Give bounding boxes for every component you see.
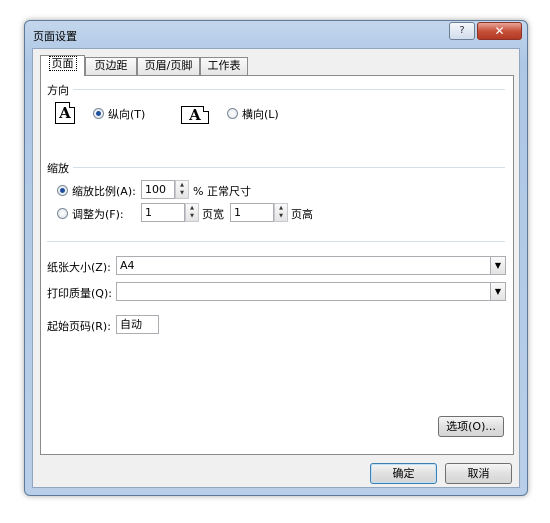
print-quality-label: 打印质量(Q): (47, 287, 112, 300)
spin-up-icon[interactable]: ▲ (176, 181, 188, 189)
scale-percent-input[interactable]: 100 (141, 180, 175, 199)
orientation-section-label: 方向 (47, 84, 69, 97)
tab-page-label: 页面 (48, 56, 77, 71)
chevron-down-icon[interactable]: ▼ (490, 257, 505, 274)
portrait-page-icon: A (55, 102, 75, 124)
cancel-button[interactable]: 取消 (445, 463, 512, 484)
paper-size-combo[interactable]: A4 ▼ (116, 256, 506, 275)
options-button[interactable]: 选项(O)... (438, 416, 504, 437)
section-divider (47, 241, 505, 242)
scaling-section-label: 缩放 (47, 162, 69, 175)
pages-tall-input[interactable]: 1 (230, 203, 274, 222)
dialog-body: 页面 页边距 页眉/页脚 工作表 方向 A 纵向(T) A 横向(L) 缩放 缩… (32, 48, 520, 488)
page-tab-panel: 方向 A 纵向(T) A 横向(L) 缩放 缩放比例(A): 100 ▲ ▼ % … (40, 75, 514, 455)
scaling-divider (73, 167, 505, 168)
landscape-radio[interactable] (227, 108, 238, 119)
tab-header-footer-label: 页眉/页脚 (144, 59, 193, 72)
spin-down-icon[interactable]: ▼ (275, 212, 287, 220)
portrait-radio[interactable] (93, 108, 104, 119)
fit-to-label[interactable]: 调整为(F): (72, 206, 124, 222)
tab-sheet-label: 工作表 (207, 59, 241, 72)
dialog-title: 页面设置 (33, 30, 77, 43)
tab-page[interactable]: 页面 (40, 55, 85, 76)
tab-header-footer[interactable]: 页眉/页脚 (137, 57, 200, 75)
page-setup-dialog: 页面设置 ? ✕ 页面 页边距 页眉/页脚 工作表 方向 A 纵向(T) A 横… (24, 20, 528, 496)
landscape-page-icon: A (181, 106, 209, 124)
pages-tall-suffix: 页高 (291, 208, 313, 221)
chevron-down-icon[interactable]: ▼ (490, 283, 505, 300)
paper-size-label: 纸张大小(Z): (47, 261, 111, 274)
landscape-label[interactable]: 横向(L) (242, 106, 279, 122)
spin-up-icon[interactable]: ▲ (275, 204, 287, 212)
fit-to-radio[interactable] (57, 208, 68, 219)
pages-wide-suffix: 页宽 (202, 208, 224, 221)
spin-down-icon[interactable]: ▼ (176, 189, 188, 197)
pages-wide-input[interactable]: 1 (141, 203, 185, 222)
spin-down-icon[interactable]: ▼ (186, 212, 198, 220)
first-page-number-label: 起始页码(R): (47, 320, 111, 333)
ok-button[interactable]: 确定 (370, 463, 437, 484)
scale-percent-spinner[interactable]: ▲ ▼ (175, 180, 189, 199)
help-button[interactable]: ? (449, 22, 475, 40)
orientation-divider (73, 89, 505, 90)
close-button[interactable]: ✕ (477, 22, 522, 40)
tab-margins-label: 页边距 (94, 59, 128, 72)
print-quality-combo[interactable]: ▼ (116, 282, 506, 301)
adjust-to-label[interactable]: 缩放比例(A): (72, 183, 136, 199)
tab-margins[interactable]: 页边距 (85, 57, 137, 75)
pages-tall-spinner[interactable]: ▲ ▼ (274, 203, 288, 222)
first-page-number-input[interactable]: 自动 (116, 315, 159, 334)
title-bar[interactable]: 页面设置 ? ✕ (25, 21, 527, 47)
tab-sheet[interactable]: 工作表 (200, 57, 248, 75)
spin-up-icon[interactable]: ▲ (186, 204, 198, 212)
scale-percent-suffix: % 正常尺寸 (193, 185, 251, 198)
portrait-label[interactable]: 纵向(T) (108, 106, 145, 122)
adjust-to-radio[interactable] (57, 185, 68, 196)
pages-wide-spinner[interactable]: ▲ ▼ (185, 203, 199, 222)
paper-size-value: A4 (120, 259, 135, 272)
